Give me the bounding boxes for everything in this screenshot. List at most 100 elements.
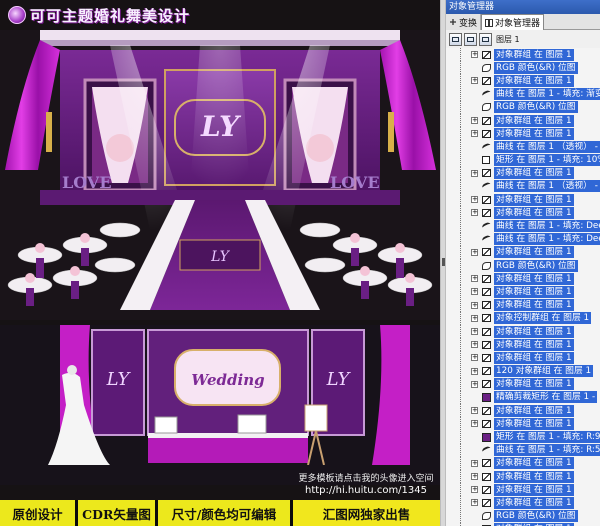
tab-object-manager[interactable]: 对象管理器: [481, 14, 545, 30]
object-tree-row[interactable]: RGB 颜色(&R) 位图: [446, 100, 600, 114]
expand-toggle-icon[interactable]: +: [471, 314, 478, 322]
expand-toggle-icon[interactable]: +: [471, 499, 478, 507]
object-tree-row[interactable]: 曲线 在 图层 1 - 填充: 渐变: [446, 87, 600, 101]
expand-toggle-icon[interactable]: +: [471, 77, 478, 85]
expand-toggle-icon[interactable]: +: [471, 117, 478, 125]
panel-title: 对象管理器: [446, 0, 600, 14]
artwork-canvas[interactable]: 可可主题婚礼舞美设计 LY LOVE LOVE LY LY Wedding LY…: [0, 0, 440, 526]
object-tree-row-label: 曲线 在 图层 1 - 填充: Dee: [494, 233, 600, 246]
object-tree-row[interactable]: RGB 颜色(&R) 位图: [446, 61, 600, 75]
object-tree-row[interactable]: 曲线 在 图层 1 （透视） -: [446, 140, 600, 154]
tree-connector: [446, 179, 474, 193]
layer-manager-view-button[interactable]: [479, 32, 492, 46]
tab-object-manager-label: 对象管理器: [495, 19, 541, 29]
expand-toggle-icon[interactable]: +: [471, 196, 478, 204]
object-tree-row[interactable]: + 对象群组 在 图层 1: [446, 351, 600, 365]
object-tree-row[interactable]: + 对象群组 在 图层 1: [446, 470, 600, 484]
expand-toggle-icon[interactable]: +: [471, 130, 478, 138]
object-tree-row[interactable]: + 对象群组 在 图层 1: [446, 166, 600, 180]
object-tree-row[interactable]: + 对象群组 在 图层 1: [446, 417, 600, 431]
tree-line: [460, 404, 461, 418]
object-tree-row[interactable]: 曲线 在 图层 1 - 填充: R:5: [446, 443, 600, 457]
object-tree[interactable]: + 对象群组 在 图层 1 RGB 颜色(&R) 位图 + 对象群组 在 图层 1 曲线 …: [446, 48, 600, 526]
expand-toggle-icon[interactable]: +: [471, 169, 478, 177]
object-tree-row[interactable]: + 对象群组 在 图层 1: [446, 456, 600, 470]
object-tree-row[interactable]: +120 对象群组 在 图层 1: [446, 364, 600, 378]
expand-toggle-icon[interactable]: +: [471, 407, 478, 415]
filled-rectangle-icon: [480, 392, 492, 403]
expand-toggle-icon[interactable]: +: [471, 328, 478, 336]
tree-connector: +: [446, 311, 478, 325]
tree-line: [460, 430, 461, 444]
show-properties-button[interactable]: [449, 32, 462, 46]
object-tree-row-label: 曲线 在 图层 1 （透视） -: [494, 180, 600, 193]
object-tree-row[interactable]: + 对象群组 在 图层 1: [446, 245, 600, 259]
object-tree-row-label: 曲线 在 图层 1 - 填充: R:5: [494, 444, 600, 457]
object-tree-row[interactable]: RGB 颜色(&R) 位图: [446, 259, 600, 273]
object-tree-row[interactable]: + 对象群组 在 图层 1: [446, 338, 600, 352]
splitter-grip-icon[interactable]: [442, 258, 445, 266]
expand-toggle-icon[interactable]: +: [471, 420, 478, 428]
tree-line: [460, 153, 461, 167]
expand-toggle-icon[interactable]: +: [471, 380, 478, 388]
group-icon: [480, 75, 492, 86]
object-tree-row[interactable]: + 对象群组 在 图层 1: [446, 114, 600, 128]
author-url-note[interactable]: 更多模板请点击我的头像进入空间 http://hi.huitu.com/1345: [296, 474, 436, 496]
group-icon: [480, 418, 492, 429]
expand-toggle-icon[interactable]: +: [471, 341, 478, 349]
object-tree-row[interactable]: + 对象群组 在 图层 1: [446, 206, 600, 220]
object-tree-row-label: 对象群组 在 图层 1: [494, 272, 574, 285]
object-tree-row[interactable]: + 对象群组 在 图层 1: [446, 127, 600, 141]
object-tree-row[interactable]: 曲线 在 图层 1 - 填充: Dee: [446, 232, 600, 246]
object-tree-row[interactable]: 矩形 在 图层 1 - 填充: R:9: [446, 430, 600, 444]
object-tree-row-label: 对象群组 在 图层 1: [494, 246, 574, 259]
object-tree-row-label: 对象群组 在 图层 1: [494, 457, 574, 470]
object-tree-row[interactable]: RGB 颜色(&R) 位图: [446, 509, 600, 523]
tree-connector: [446, 140, 474, 154]
expand-toggle-icon[interactable]: +: [471, 275, 478, 283]
tree-connector: +: [446, 496, 478, 510]
expand-toggle-icon[interactable]: +: [471, 288, 478, 296]
object-tree-row[interactable]: + 对象控制群组 在 图层 1: [446, 311, 600, 325]
object-tree-row[interactable]: + 对象群组 在 图层 1: [446, 48, 600, 62]
object-tree-row[interactable]: + 对象群组 在 图层 1: [446, 272, 600, 286]
url-link[interactable]: http://hi.huitu.com/1345: [296, 485, 436, 496]
object-tree-row[interactable]: + 对象群组 在 图层 1: [446, 404, 600, 418]
object-tree-row[interactable]: + 对象群组 在 图层 1: [446, 74, 600, 88]
object-tree-row[interactable]: + 对象群组 在 图层 1: [446, 285, 600, 299]
tab-transform[interactable]: 变换: [446, 14, 482, 30]
object-tree-row[interactable]: + 对象群组 在 图层 1: [446, 298, 600, 312]
object-tree-row[interactable]: + 对象群组 在 图层 1: [446, 496, 600, 510]
tree-connector: +: [446, 193, 478, 207]
expand-toggle-icon[interactable]: +: [471, 301, 478, 309]
object-tree-row[interactable]: 矩形 在 图层 1 - 填充: 10%: [446, 153, 600, 167]
object-tree-row[interactable]: + 对象群组 在 图层 1: [446, 325, 600, 339]
object-tree-row[interactable]: + 对象群组 在 图层 1: [446, 377, 600, 391]
expand-toggle-icon[interactable]: +: [471, 486, 478, 494]
object-tree-row[interactable]: 曲线 在 图层 1 - 填充: Dee: [446, 219, 600, 233]
tree-line: [460, 496, 461, 510]
object-tree-row[interactable]: + 对象群组 在 图层 1: [446, 193, 600, 207]
object-tree-row[interactable]: 曲线 在 图层 1 （透视） -: [446, 179, 600, 193]
tree-connector: +: [446, 206, 478, 220]
object-tree-row-label: 对象群组 在 图层 1: [494, 285, 574, 298]
expand-toggle-icon[interactable]: +: [471, 473, 478, 481]
banner-exclusive-sale: 汇图网独家出售: [293, 500, 440, 526]
tree-line: [460, 48, 461, 62]
tree-connector: +: [446, 127, 478, 141]
object-tree-row[interactable]: + 对象群组 在 图层 1: [446, 483, 600, 497]
expand-toggle-icon[interactable]: +: [471, 354, 478, 362]
object-tree-row[interactable]: 精确剪裁矩形 在 图层 1 -: [446, 390, 600, 404]
expand-toggle-icon[interactable]: +: [471, 248, 478, 256]
tree-line: [460, 232, 461, 246]
edit-across-layers-button[interactable]: [464, 32, 477, 46]
tree-line: [460, 285, 461, 299]
expand-toggle-icon[interactable]: +: [471, 367, 478, 375]
tree-connector: +: [446, 298, 478, 312]
expand-toggle-icon[interactable]: +: [471, 209, 478, 217]
expand-toggle-icon[interactable]: +: [471, 51, 478, 59]
svg-text:LY: LY: [106, 369, 132, 390]
expand-toggle-icon[interactable]: +: [471, 459, 478, 467]
object-tree-row-label: 对象群组 在 图层 1: [494, 48, 574, 61]
brand-title: 可可主题婚礼舞美设计: [30, 6, 191, 25]
